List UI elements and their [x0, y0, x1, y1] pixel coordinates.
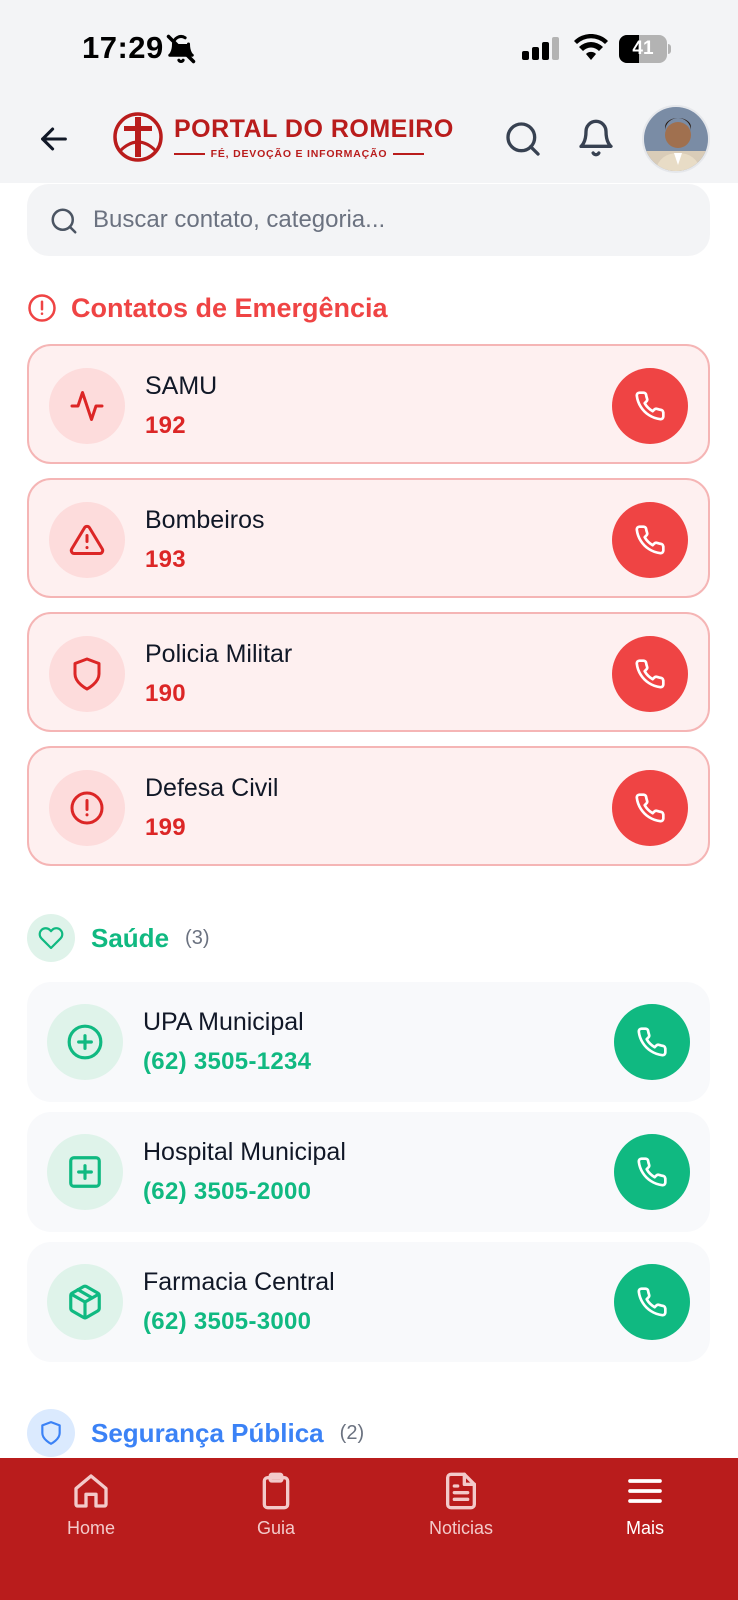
contact-phone: 190	[145, 680, 186, 707]
emergency-contact-card[interactable]: SAMU 192	[27, 344, 710, 464]
category-icon-badge	[27, 914, 75, 962]
arrow-left-icon	[41, 127, 67, 151]
phone-icon	[635, 525, 665, 555]
phone-icon	[635, 659, 665, 689]
contact-name: Policia Militar	[145, 640, 293, 668]
cross-emblem-icon	[113, 112, 163, 162]
contact-card[interactable]: Hospital Municipal (62) 3505-2000	[27, 1112, 710, 1232]
contact-card[interactable]: Farmacia Central (62) 3505-3000	[27, 1242, 710, 1362]
search-input[interactable]	[93, 184, 683, 256]
contact-name: UPA Municipal	[143, 1008, 304, 1036]
contact-icon-badge	[49, 770, 125, 846]
contact-icon-badge	[47, 1264, 123, 1340]
phone-icon	[635, 793, 665, 823]
warning-triangle-icon	[69, 524, 105, 555]
battery-level: 41	[632, 38, 654, 59]
emergency-contact-card[interactable]: Policia Militar 190	[27, 612, 710, 732]
wifi-icon	[574, 34, 608, 60]
contact-phone: (62) 3505-3000	[143, 1308, 312, 1335]
category-header-saude[interactable]: Saúde (3)	[27, 914, 209, 962]
logo-title: PORTAL DO ROMEIRO	[174, 115, 454, 143]
nav-label: Mais	[625, 1518, 664, 1538]
status-bar: 17:29 41	[0, 0, 738, 95]
nav-label: Guia	[256, 1518, 296, 1538]
shield-icon	[73, 657, 101, 691]
contact-icon-badge	[49, 502, 125, 578]
contact-icon-badge	[49, 368, 125, 444]
search-bar[interactable]	[27, 184, 710, 256]
avatar-photo	[644, 107, 708, 171]
home-icon	[74, 1474, 108, 1508]
phone-icon	[635, 391, 665, 421]
search-icon[interactable]	[503, 119, 543, 159]
bottom-navigation: Home Guia Noticias Mais	[0, 1458, 738, 1600]
contact-icon-badge	[47, 1004, 123, 1080]
shield-icon	[41, 1421, 61, 1445]
category-header-seguranca[interactable]: Segurança Pública (2)	[27, 1409, 364, 1457]
call-button[interactable]	[612, 636, 688, 712]
menu-icon	[628, 1479, 662, 1503]
clipboard-icon	[262, 1472, 290, 1510]
emergency-contact-card[interactable]: Defesa Civil 199	[27, 746, 710, 866]
bell-muted-icon	[166, 34, 196, 64]
plus-circle-icon	[67, 1024, 103, 1060]
screen: 17:29 41 PORTAL DO ROMEIRO FÉ, DEVOÇÃO E…	[0, 0, 738, 1600]
emergency-section-header: Contatos de Emergência	[27, 290, 388, 326]
category-count: (3)	[185, 926, 210, 949]
contact-name: Farmacia Central	[143, 1268, 335, 1296]
nav-label: Home	[66, 1518, 115, 1538]
category-icon-badge	[27, 1409, 75, 1457]
contact-card[interactable]: UPA Municipal (62) 3505-1234	[27, 982, 710, 1102]
category-count: (2)	[339, 1421, 365, 1444]
call-button[interactable]	[614, 1134, 690, 1210]
nav-item-home[interactable]: Home	[31, 1470, 151, 1550]
search-icon	[51, 208, 77, 234]
plus-square-icon	[69, 1156, 101, 1188]
contact-phone: (62) 3505-1234	[143, 1048, 312, 1075]
contact-name: Hospital Municipal	[143, 1138, 346, 1166]
contact-name: SAMU	[145, 372, 218, 400]
back-button[interactable]	[32, 117, 76, 161]
contact-name: Defesa Civil	[145, 774, 279, 802]
category-title: Saúde	[91, 922, 170, 953]
call-button[interactable]	[612, 770, 688, 846]
battery-indicator: 41	[619, 35, 671, 63]
alert-circle-icon	[70, 791, 104, 825]
user-avatar[interactable]	[642, 105, 710, 173]
phone-icon	[637, 1287, 667, 1317]
package-icon	[69, 1284, 101, 1320]
portal-logo[interactable]: PORTAL DO ROMEIRO FÉ, DEVOÇÃO E INFORMAÇ…	[112, 111, 453, 167]
alert-circle-icon	[28, 294, 56, 322]
category-title: Segurança Pública	[91, 1417, 324, 1448]
notification-bell-icon[interactable]	[576, 117, 616, 159]
contact-phone: 193	[145, 546, 186, 573]
contact-phone: 192	[145, 412, 186, 439]
nav-label: Noticias	[428, 1518, 494, 1538]
status-time: 17:29	[82, 30, 164, 65]
nav-item-guia[interactable]: Guia	[216, 1470, 336, 1550]
contact-name: Bombeiros	[145, 506, 265, 534]
emergency-section-title: Contatos de Emergência	[71, 292, 388, 323]
contact-phone: (62) 3505-2000	[143, 1178, 312, 1205]
activity-icon	[70, 391, 104, 421]
call-button[interactable]	[614, 1004, 690, 1080]
nav-item-noticias[interactable]: Noticias	[401, 1470, 521, 1550]
call-button[interactable]	[612, 502, 688, 578]
nav-item-mais[interactable]: Mais	[585, 1470, 705, 1550]
contact-icon-badge	[47, 1134, 123, 1210]
logo-subtitle: FÉ, DEVOÇÃO E INFORMAÇÃO	[210, 148, 388, 160]
call-button[interactable]	[614, 1264, 690, 1340]
app-header: PORTAL DO ROMEIRO FÉ, DEVOÇÃO E INFORMAÇ…	[0, 95, 738, 183]
phone-icon	[637, 1027, 667, 1057]
signal-icon	[522, 37, 559, 60]
contact-phone: 199	[145, 814, 186, 841]
contact-icon-badge	[49, 636, 125, 712]
document-icon	[446, 1472, 476, 1510]
heart-icon	[38, 927, 64, 950]
emergency-contact-card[interactable]: Bombeiros 193	[27, 478, 710, 598]
call-button[interactable]	[612, 368, 688, 444]
phone-icon	[637, 1157, 667, 1187]
